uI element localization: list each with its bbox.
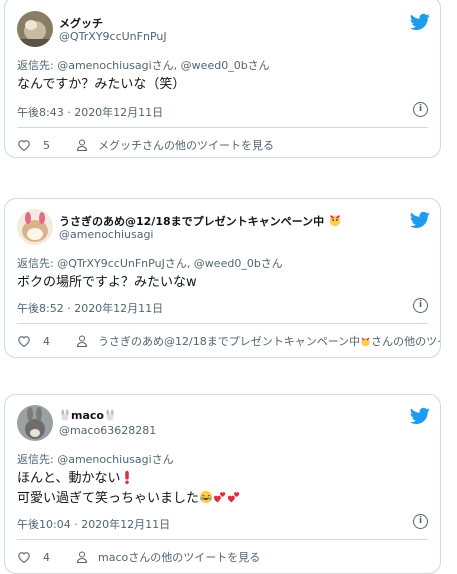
two-hearts-emoji-icon — [227, 492, 240, 503]
tweet-timestamp[interactable]: 午後10:04 · 2020年12月11日 — [17, 516, 170, 532]
person-icon — [76, 551, 88, 563]
tweet-text: なんですか？みたいな（笑） — [17, 77, 186, 92]
author-handle[interactable]: @maco63628281 — [59, 424, 156, 437]
reply-to-line: 返信先: @QTrXY9ccUnFnPuJさん, @weed0_0bさん — [17, 255, 283, 271]
more-tweets-link[interactable]: メグッチさんの他のツイートを見る — [98, 137, 274, 153]
tweet-timestamp[interactable]: 午後8:43 · 2020年12月11日 — [17, 104, 163, 120]
author-name[interactable]: うさぎのあめ@12/18までプレゼントキャンペーン中 — [59, 213, 342, 229]
more-tweets-link-suffix: さんの他のツイ… — [371, 335, 440, 348]
party-emoji-icon — [361, 337, 370, 347]
author-name[interactable]: maco — [59, 409, 116, 422]
tweet-text: ほんと、動かない 可愛い過ぎて笑っちゃいました — [17, 469, 241, 509]
tweet-actions: 4 macoさんの他のツイートを見る — [17, 549, 260, 565]
divider — [17, 127, 428, 128]
avatar[interactable] — [17, 405, 53, 441]
more-tweets-link-name: うさぎのあめ@12/18までプレゼントキャンペーン中 — [98, 335, 361, 348]
reply-to-line: 返信先: @amenochiusagiさん — [17, 451, 174, 467]
info-icon[interactable]: i — [413, 298, 428, 313]
twitter-bird-icon[interactable] — [410, 211, 430, 229]
avatar[interactable] — [17, 11, 53, 47]
info-icon[interactable]: i — [413, 514, 428, 529]
tweet-card[interactable]: maco @maco63628281 返信先: @amenochiusagiさん… — [4, 394, 441, 574]
two-hearts-emoji-icon — [213, 492, 226, 503]
reply-to-link[interactable]: @amenochiusagiさん, @weed0_0bさん — [57, 59, 269, 72]
reply-prefix: 返信先: — [17, 453, 58, 466]
author-name-text: maco — [71, 409, 104, 422]
avatar[interactable] — [17, 209, 53, 245]
heart-icon[interactable] — [17, 335, 31, 347]
laughing-emoji-icon — [199, 490, 213, 504]
exclamation-emoji-icon — [125, 470, 130, 484]
rabbit-emoji-icon — [61, 409, 69, 421]
author-handle[interactable]: @QTrXY9ccUnFnPuJ — [59, 30, 167, 43]
tweet-actions: 5 メグッチさんの他のツイートを見る — [17, 137, 274, 153]
reply-prefix: 返信先: — [17, 257, 58, 270]
person-icon — [76, 335, 88, 347]
person-icon — [76, 139, 88, 151]
rabbit-emoji-icon — [106, 409, 114, 421]
party-emoji-icon — [329, 215, 341, 227]
reply-to-line: 返信先: @amenochiusagiさん, @weed0_0bさん — [17, 57, 270, 73]
heart-icon[interactable] — [17, 551, 31, 563]
divider — [17, 323, 428, 324]
heart-icon[interactable] — [17, 139, 31, 151]
tweet-timestamp[interactable]: 午後8:52 · 2020年12月11日 — [17, 300, 163, 316]
author-handle[interactable]: @amenochiusagi — [59, 228, 153, 241]
info-icon[interactable]: i — [413, 102, 428, 117]
like-count[interactable]: 5 — [43, 139, 50, 152]
more-tweets-link[interactable]: うさぎのあめ@12/18までプレゼントキャンペーン中さんの他のツイ… — [98, 333, 440, 349]
twitter-bird-icon[interactable] — [410, 407, 430, 425]
tweet-text-line: 可愛い過ぎて笑っちゃいました — [17, 491, 200, 506]
tweet-card[interactable]: うさぎのあめ@12/18までプレゼントキャンペーン中 @amenochiusag… — [4, 198, 441, 358]
more-tweets-link[interactable]: macoさんの他のツイートを見る — [98, 549, 260, 565]
tweet-text: ボクの場所ですよ？みたいなw — [17, 275, 197, 290]
author-name-text: うさぎのあめ@12/18までプレゼントキャンペーン中 — [59, 215, 325, 228]
tweet-text-line: ほんと、動かない — [17, 471, 121, 486]
tweet-card[interactable]: メグッチ @QTrXY9ccUnFnPuJ 返信先: @amenochiusag… — [4, 0, 441, 158]
reply-prefix: 返信先: — [17, 59, 58, 72]
twitter-bird-icon[interactable] — [410, 13, 430, 31]
author-name[interactable]: メグッチ — [59, 15, 103, 31]
reply-to-link[interactable]: @QTrXY9ccUnFnPuJさん, @weed0_0bさん — [57, 257, 283, 270]
divider — [17, 539, 428, 540]
like-count[interactable]: 4 — [43, 335, 50, 348]
reply-to-link[interactable]: @amenochiusagiさん — [57, 453, 173, 466]
like-count[interactable]: 4 — [43, 551, 50, 564]
tweet-actions: 4 うさぎのあめ@12/18までプレゼントキャンペーン中さんの他のツイ… — [17, 333, 440, 349]
